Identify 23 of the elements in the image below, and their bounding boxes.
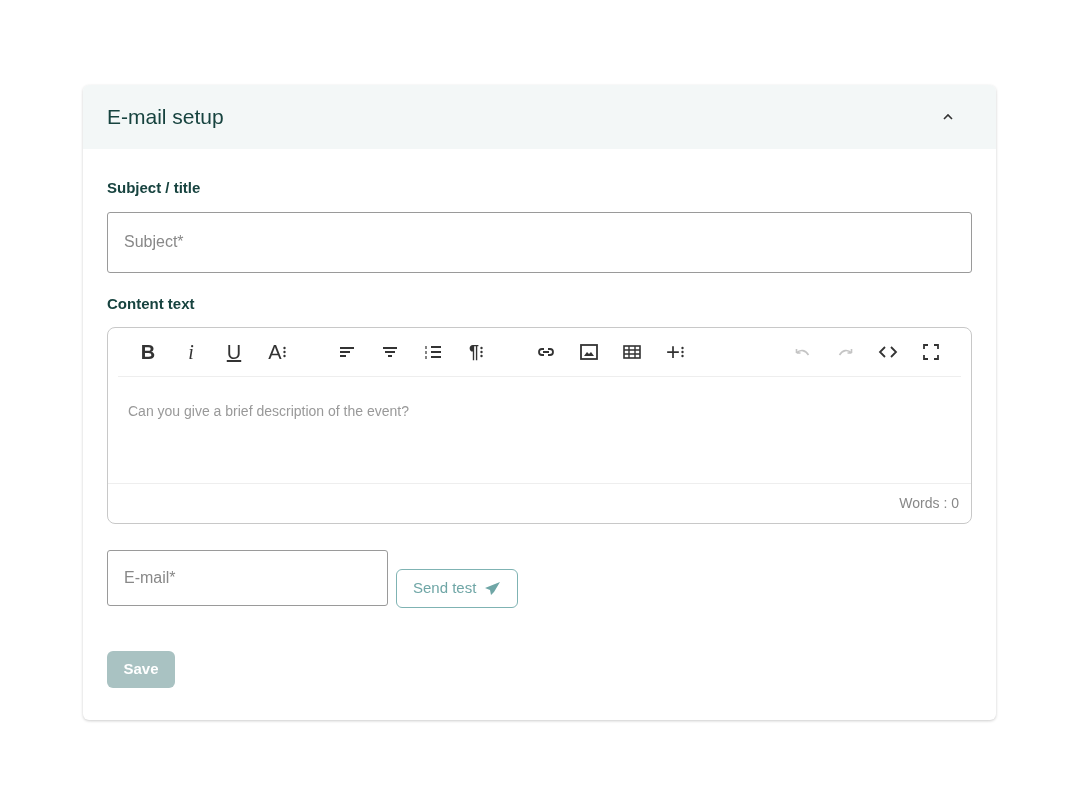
paragraph-button[interactable]: ¶ <box>456 336 496 368</box>
chevron-icon[interactable] <box>942 113 954 121</box>
panel-header[interactable]: E-mail setup <box>83 85 996 149</box>
image-icon <box>579 342 599 362</box>
dots-icon <box>681 346 684 358</box>
bold-button[interactable]: B <box>128 336 168 368</box>
panel-title: E-mail setup <box>107 104 224 131</box>
underline-button[interactable]: U <box>214 336 254 368</box>
italic-button[interactable]: i <box>171 336 211 368</box>
redo-icon <box>837 347 853 357</box>
email-field[interactable]: E-mail* <box>107 550 388 606</box>
dots-icon <box>480 346 483 358</box>
subject-field[interactable]: Subject* <box>107 211 972 273</box>
undo-icon <box>794 347 810 357</box>
word-count: Words : 0 <box>899 494 959 513</box>
font-size-button[interactable]: A <box>257 336 297 368</box>
fullscreen-icon <box>921 342 941 362</box>
field-label: Subject / title <box>107 178 202 198</box>
table-icon <box>622 342 642 362</box>
field-label: Content text <box>107 293 196 314</box>
paper-plane-icon <box>484 581 502 596</box>
insert-button[interactable]: + <box>655 336 695 368</box>
dots-icon <box>282 346 286 358</box>
